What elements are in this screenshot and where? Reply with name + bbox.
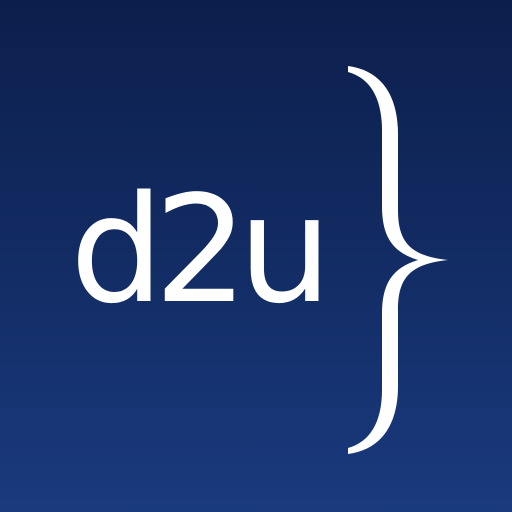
app-icon: d2u: [0, 0, 512, 512]
logo-wordmark: d2u: [70, 164, 332, 336]
closing-curly-brace-icon: [348, 66, 448, 454]
